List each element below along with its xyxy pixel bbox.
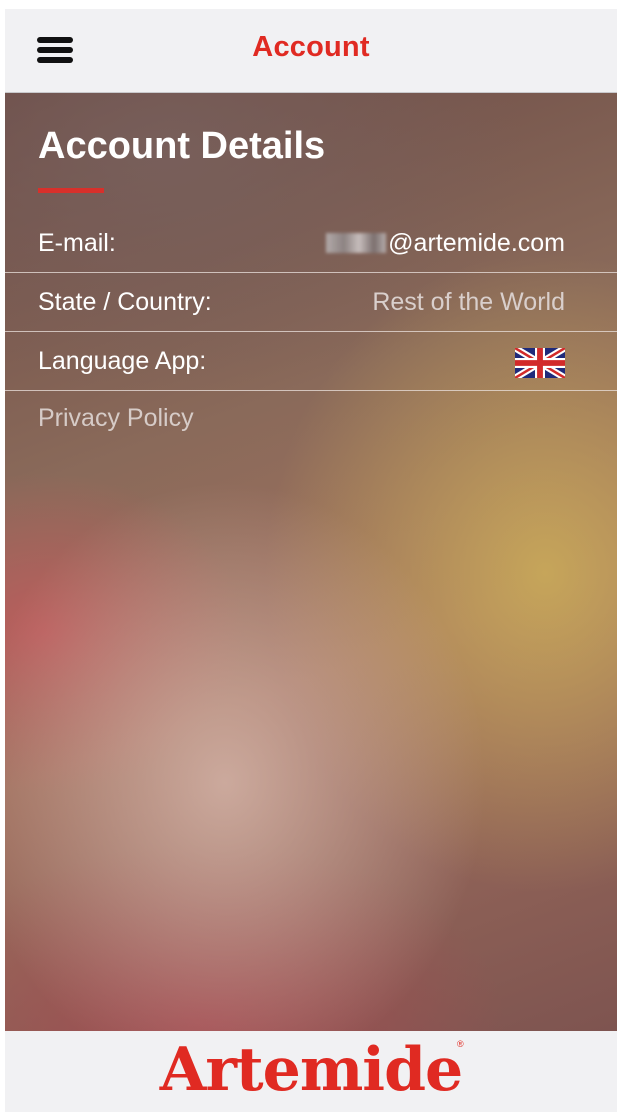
registered-mark: ® (457, 1039, 464, 1049)
email-label: E-mail: (38, 229, 116, 257)
section-title: Account Details (38, 125, 326, 167)
language-app-row[interactable]: Language App: (5, 332, 617, 391)
email-value: @artemide.com (326, 229, 565, 258)
page-title: Account (252, 31, 370, 63)
top-navigation-bar: Account (5, 9, 617, 93)
state-country-label: State / Country: (38, 288, 212, 316)
redacted-username (326, 233, 387, 253)
title-underline (38, 188, 104, 193)
email-row: E-mail: @artemide.com (5, 214, 617, 273)
email-domain: @artemide.com (388, 229, 565, 257)
app-screen: Account Account Details E-mail: @artemid… (5, 9, 617, 1112)
state-country-value: Rest of the World (372, 288, 565, 316)
state-country-row[interactable]: State / Country: Rest of the World (5, 273, 617, 332)
privacy-policy-link[interactable]: Privacy Policy (38, 404, 194, 433)
language-app-label: Language App: (38, 347, 207, 375)
uk-flag-icon[interactable] (515, 348, 565, 378)
footer-bar: Artemide ® (5, 1031, 617, 1112)
artemide-logo: Artemide (159, 1035, 463, 1105)
account-content: Account Details E-mail: @artemide.com St… (5, 93, 617, 1031)
